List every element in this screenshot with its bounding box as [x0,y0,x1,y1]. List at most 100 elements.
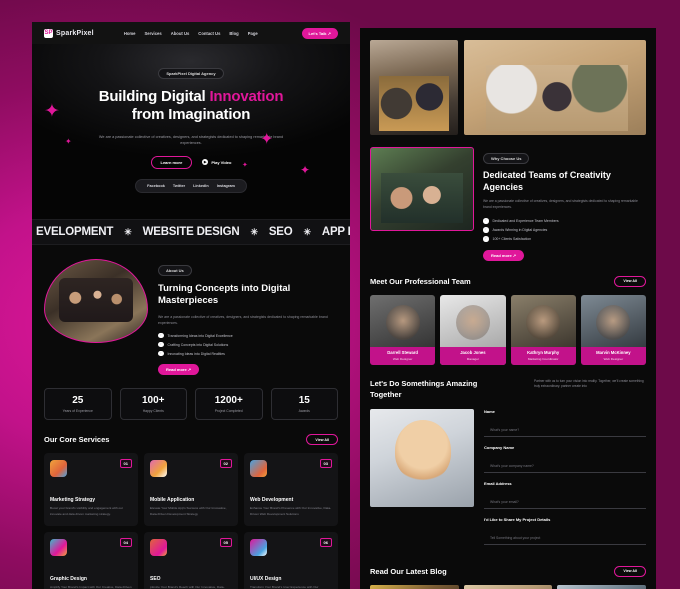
nav-item-contact-us[interactable]: Contact Us [198,31,220,36]
service-desc: Elevate Your Mobile App's Success with O… [150,506,227,516]
play-video-label: Play Video [211,159,232,165]
service-number: 05 [219,537,232,547]
hero-subtitle: We are a passionate collective of creati… [98,134,284,146]
services-view-all-button[interactable]: View All [306,434,338,446]
company-name-label: Company Name [484,444,515,450]
team-member-card[interactable]: Darrell Steward Web Designer [370,294,436,365]
hero-section: ✦ ✦ ✦ ✦ ✦ SparkPixel Digital Agency Buil… [32,44,350,219]
service-title: Web Development [250,497,294,504]
service-card[interactable]: 06 UI/UX Design Transform Your Brand's U… [244,531,338,589]
service-title: SEO [150,575,161,582]
team-member-card[interactable]: Jacob Jones Manager [440,294,506,365]
contact-form: Name Company Name Email Address I'd Like… [484,409,646,553]
team-member-role: Web Designer [392,356,413,361]
name-label: Name [484,408,495,414]
team-member-card[interactable]: Kathryn Murphy Marketing Coordinator [510,294,576,365]
play-video-button[interactable]: ▶ Play Video [202,159,231,165]
name-input[interactable] [484,427,646,437]
hero-title: Building Digital Innovation from Imaginat… [32,88,350,125]
sparkle-icon: ✦ [242,162,248,169]
nav-item-services[interactable]: Services [144,31,161,36]
nav-item-page[interactable]: Page [248,31,258,36]
contact-section: Let's Do Somethings Amazing Together Par… [360,365,656,553]
why-read-more-button[interactable]: Read more ↗ [483,249,525,261]
email-input[interactable] [484,499,646,509]
team-section: Meet Our Professional Team View All Darr… [360,262,656,365]
right-hero-images [360,28,656,135]
project-details-input[interactable] [484,535,646,545]
team-grid: Darrell Steward Web Designer Jacob Jones… [370,294,646,365]
blog-view-all-button[interactable]: View All [614,565,646,577]
contact-text: Partner with us to turn your vision into… [534,378,644,389]
blog-thumbnail[interactable] [557,584,646,589]
learn-more-button[interactable]: Learn more [150,155,193,169]
team-member-name: Marvin McKinney [596,350,631,356]
company-name-input[interactable] [484,463,646,473]
marquee-item-app-development: APP D [321,226,350,238]
service-number: 04 [119,537,132,547]
lets-talk-button[interactable]: Let's Talk ↗ [301,27,338,39]
sparkle-icon: ✦ [44,101,60,122]
team-member-meta: Marvin McKinney Web Designer [580,347,646,365]
field-name: Name [484,409,646,437]
team-member-role: Marketing Coordinator [527,356,559,361]
blog-thumbnail[interactable] [463,584,553,589]
about-section: About Us Turning Concepts into Digital M… [32,245,350,376]
email-address-label: Email Address [484,480,512,486]
stat-value: 15 [298,395,310,407]
service-card[interactable]: 05 SEO ptimize Your Brand's Reach with O… [144,531,238,589]
why-choose-us-photo [370,147,474,231]
field-email-address: Email Address [484,481,646,509]
check-icon: ✓ [483,218,489,224]
service-card[interactable]: 01 Marketing Strategy Boost your brand's… [44,453,138,526]
sparkle-icon: ✦ [65,137,72,146]
service-number: 03 [319,459,332,469]
marquee-item-development: EVELOPMENT [36,226,114,238]
why-check-label: Dedicated and Experience Team Members [492,219,559,224]
service-title: Mobile Application [150,497,195,504]
services-marquee: EVELOPMENT ✳ WEBSITE DESIGN ✳ SEO ✳ APP … [32,219,350,245]
about-read-more-button[interactable]: Read more ↗ [158,364,200,376]
asterisk-icon: ✳ [303,226,312,237]
team-view-all-button[interactable]: View All [614,275,646,287]
blog-thumbnail[interactable] [370,584,459,589]
sparkle-icon: ✦ [300,163,311,177]
team-heading: Meet Our Professional Team [370,276,471,286]
stat-value: 100+ [141,395,165,407]
services-heading: Our Core Services [44,435,110,445]
mobile-application-icon [150,460,167,478]
service-card[interactable]: 03 Web Development Enhance Your Brand's … [244,453,338,526]
navbar: SP SparkPixel Home Services About Us Con… [32,22,350,44]
team-member-meta: Jacob Jones Manager [440,347,506,365]
stat-label: Happy Clients [142,409,164,414]
service-card[interactable]: 04 Graphic Design Amplify Your Brand's I… [44,531,138,589]
service-title: Graphic Design [50,575,87,582]
about-text: We are a passionate collective of creati… [158,314,328,325]
service-desc: Amplify Your Brand's Impact with Our Cre… [50,584,132,589]
logo-text: SparkPixel [56,29,94,37]
service-title: Marketing Strategy [50,497,96,504]
stat-card: 25 Years of Experience [44,388,112,421]
social-link-linkedin[interactable]: LinkedIn [193,184,209,188]
why-choose-us-badge: Why Choose Us [483,153,530,164]
nav-item-blog[interactable]: Blog [229,31,238,36]
about-check-label: Innovating Ideas into Digital Realities [167,351,225,356]
about-title: Turning Concepts into Digital Masterpiec… [158,283,291,307]
team-member-role: Manager [466,356,479,361]
nav-item-about-us[interactable]: About Us [171,31,190,36]
nav-item-home[interactable]: Home [124,31,136,36]
why-choose-us-text: We are a passionate collective of creati… [483,199,638,210]
blog-grid [370,584,646,589]
social-link-facebook[interactable]: Facebook [147,184,165,188]
list-item: ✓ Innovating Ideas into Digital Realitie… [158,350,338,357]
team-member-card[interactable]: Marvin McKinney Web Designer [580,294,646,365]
service-desc: Boost your brand's visibility and engage… [50,506,123,516]
site-logo[interactable]: SP SparkPixel [44,28,94,38]
social-link-twitter[interactable]: Twitter [173,184,185,188]
service-card[interactable]: 02 Mobile Application Elevate Your Mobil… [144,453,238,526]
hero-title-accent: Innovation [209,88,284,105]
team-member-name: Kathryn Murphy [527,350,560,356]
support-agent-photo [370,408,474,507]
why-choose-us-content: Why Choose Us Dedicated Teams of Creativ… [483,147,646,262]
social-link-instagram[interactable]: Instagram [217,184,235,188]
